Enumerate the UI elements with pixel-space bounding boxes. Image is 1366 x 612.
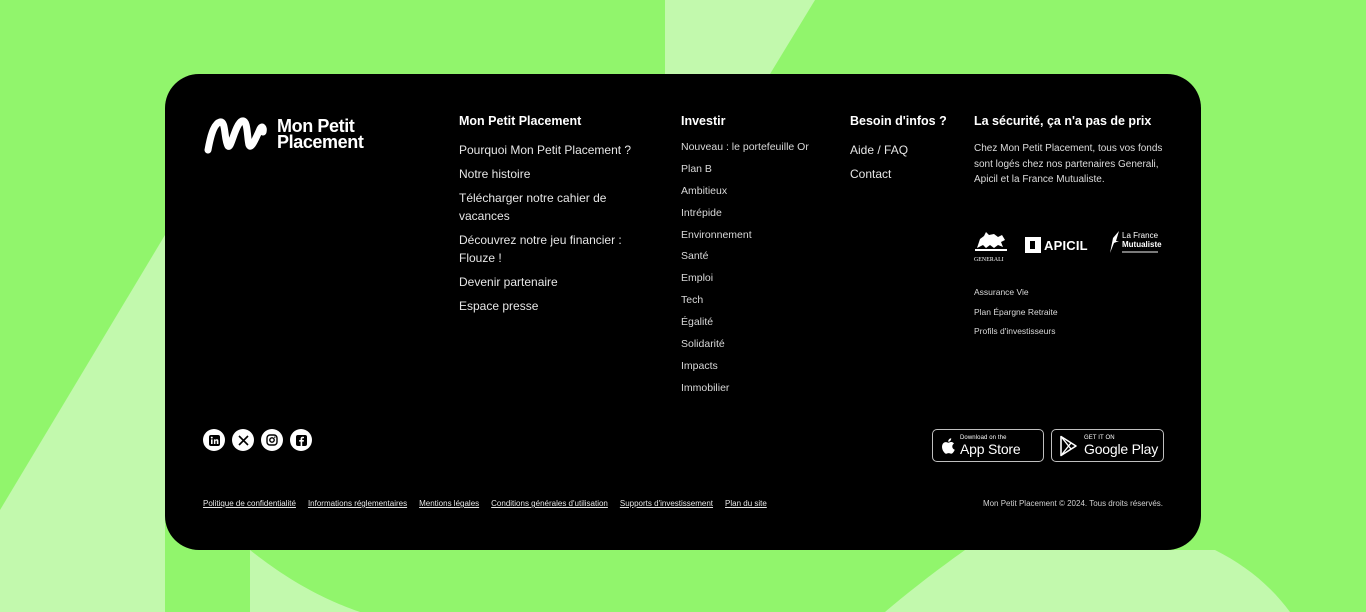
social-links bbox=[203, 429, 312, 451]
generali-logo: GENERALI bbox=[974, 230, 1008, 263]
invest-link-impacts[interactable]: Impacts bbox=[681, 360, 841, 372]
invest-link-gold[interactable]: Nouveau : le portefeuille Or bbox=[681, 141, 841, 153]
link-plan-epargne-retraite[interactable]: Plan Épargne Retraite bbox=[974, 307, 1058, 317]
footer-column-help: Besoin d'infos ? Aide / FAQ Contact bbox=[850, 114, 960, 189]
legal-link-terms[interactable]: Conditions générales d'utilisation bbox=[491, 499, 608, 509]
security-links: Assurance Vie Plan Épargne Retraite Prof… bbox=[974, 287, 1058, 346]
invest-link-tech[interactable]: Tech bbox=[681, 294, 841, 306]
footer-link-history[interactable]: Notre histoire bbox=[459, 165, 659, 183]
app-store-big-text: App Store bbox=[960, 440, 1021, 457]
invest-link-plan-b[interactable]: Plan B bbox=[681, 163, 841, 175]
invest-link-ambitious[interactable]: Ambitieux bbox=[681, 185, 841, 197]
facebook-icon[interactable] bbox=[290, 429, 312, 451]
footer-link-flouze-game[interactable]: Découvrez notre jeu financier : Flouze ! bbox=[459, 231, 659, 267]
footer-column-invest: Investir Nouveau : le portefeuille Or Pl… bbox=[681, 114, 841, 404]
invest-link-health[interactable]: Santé bbox=[681, 250, 841, 262]
app-store-badge[interactable]: Download on the App Store bbox=[932, 429, 1044, 462]
link-profils-investisseurs[interactable]: Profils d'investisseurs bbox=[974, 326, 1058, 336]
invest-link-environment[interactable]: Environnement bbox=[681, 229, 841, 241]
help-link-contact[interactable]: Contact bbox=[850, 165, 960, 183]
invest-link-solidarity[interactable]: Solidarité bbox=[681, 338, 841, 350]
lfm-flag-icon bbox=[1110, 231, 1119, 253]
footer-column-security: La sécurité, ça n'a pas de prix Chez Mon… bbox=[974, 114, 1169, 188]
lfm-tagline-mark bbox=[1122, 251, 1158, 253]
footer-link-press[interactable]: Espace presse bbox=[459, 297, 659, 315]
copyright-text: Mon Petit Placement © 2024. Tous droits … bbox=[982, 499, 1163, 508]
brand-name-line2: Placement bbox=[277, 132, 364, 152]
column-title-invest: Investir bbox=[681, 114, 726, 128]
column-title-security: La sécurité, ça n'a pas de prix bbox=[974, 114, 1152, 128]
lfm-name-line1: La France bbox=[1122, 231, 1159, 240]
linkedin-icon[interactable] bbox=[203, 429, 225, 451]
x-icon[interactable] bbox=[232, 429, 254, 451]
partner-logos: GENERALI APICIL La France Mutualiste bbox=[974, 230, 1167, 263]
invest-link-real-estate[interactable]: Immobilier bbox=[681, 382, 841, 394]
site-footer: Mon Petit Placement Mon Petit Placement … bbox=[165, 74, 1201, 550]
column-title-help: Besoin d'infos ? bbox=[850, 114, 947, 128]
brand-name: Mon Petit Placement bbox=[277, 117, 364, 152]
apicil-logo: APICIL bbox=[1025, 230, 1091, 260]
apicil-name: APICIL bbox=[1044, 237, 1088, 253]
brand-logo[interactable]: Mon Petit Placement bbox=[203, 112, 364, 156]
lfm-name-line2: Mutualiste bbox=[1122, 240, 1162, 249]
footer-link-why[interactable]: Pourquoi Mon Petit Placement ? bbox=[459, 141, 659, 159]
la-france-mutualiste-logo: La France Mutualiste bbox=[1107, 230, 1167, 260]
google-play-icon bbox=[1060, 435, 1077, 456]
invest-link-employment[interactable]: Emploi bbox=[681, 272, 841, 284]
footer-column-mpp: Mon Petit Placement Pourquoi Mon Petit P… bbox=[459, 114, 659, 321]
legal-link-regulatory[interactable]: Informations réglementaires bbox=[308, 499, 407, 509]
footer-link-partner[interactable]: Devenir partenaire bbox=[459, 273, 659, 291]
invest-link-equality[interactable]: Égalité bbox=[681, 316, 841, 328]
instagram-icon[interactable] bbox=[261, 429, 283, 451]
mpp-m-logo-icon bbox=[204, 117, 267, 154]
google-play-badge[interactable]: GET IT ON Google Play bbox=[1051, 429, 1164, 462]
footer-link-holiday-book[interactable]: Télécharger notre cahier de vacances bbox=[459, 189, 659, 225]
help-link-faq[interactable]: Aide / FAQ bbox=[850, 141, 960, 159]
legal-links: Politique de confidentialité Information… bbox=[203, 499, 767, 509]
legal-link-investment-supports[interactable]: Supports d'investissement bbox=[620, 499, 713, 509]
legal-link-privacy[interactable]: Politique de confidentialité bbox=[203, 499, 296, 509]
generali-name: GENERALI bbox=[974, 257, 1004, 263]
link-assurance-vie[interactable]: Assurance Vie bbox=[974, 287, 1058, 297]
apicil-square-icon bbox=[1025, 237, 1041, 253]
apple-icon bbox=[942, 437, 955, 454]
google-play-big-text: Google Play bbox=[1084, 440, 1159, 457]
legal-link-sitemap[interactable]: Plan du site bbox=[725, 499, 767, 509]
generali-lion-icon bbox=[975, 232, 1007, 251]
invest-link-intrepid[interactable]: Intrépide bbox=[681, 207, 841, 219]
legal-link-mentions[interactable]: Mentions légales bbox=[419, 499, 479, 509]
security-description: Chez Mon Petit Placement, tous vos fonds… bbox=[974, 143, 1163, 185]
column-title-mpp: Mon Petit Placement bbox=[459, 114, 582, 128]
